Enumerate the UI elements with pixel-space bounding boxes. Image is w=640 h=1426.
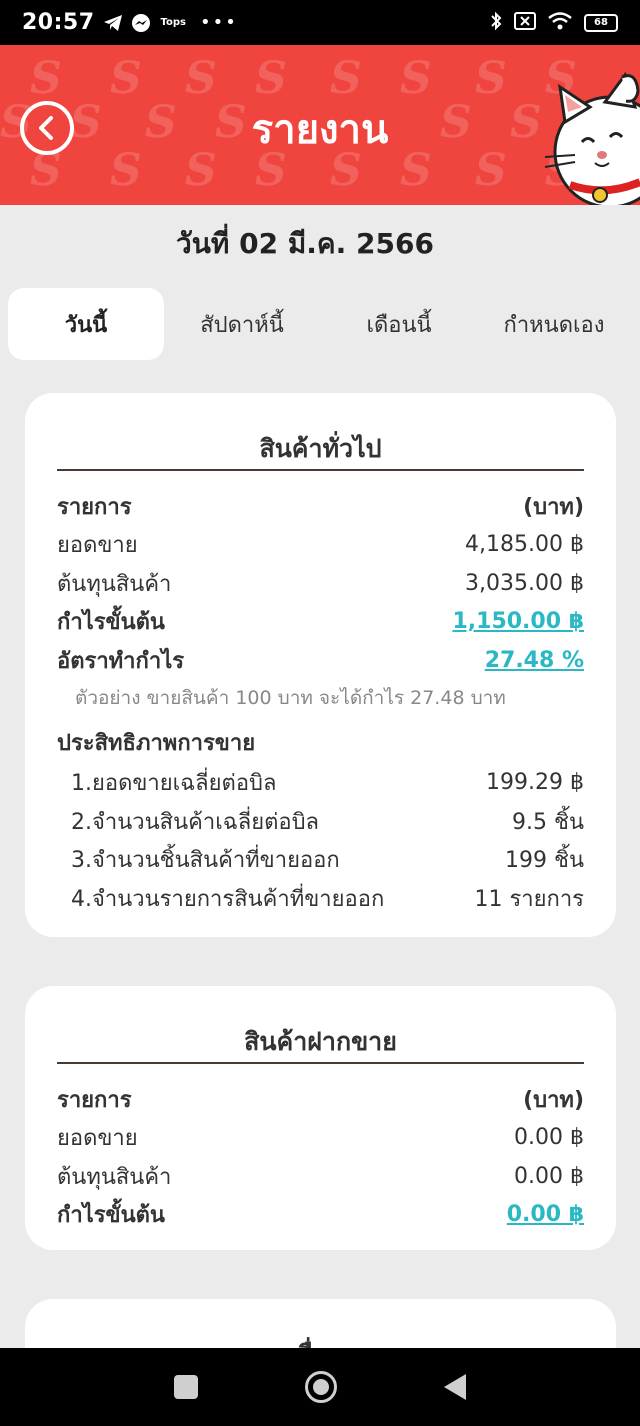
tab-this-week[interactable]: สัปดาห์นี้ [164,288,320,360]
efficiency-label: 1.ยอดขายเฉลี่ยต่อบิล [71,771,277,797]
status-bar: 20:57 Tops ••• 68 [0,0,640,45]
status-time: 20:57 [22,10,95,35]
efficiency-label: 3.จำนวนชิ้นสินค้าที่ขายออก [71,848,340,874]
efficiency-row: 2.จำนวนสินค้าเฉลี่ยต่อบิล 9.5 ชิ้น [57,802,584,841]
header-unit: (บาท) [523,494,584,520]
efficiency-value: 199.29 ฿ [486,770,584,796]
status-right-icons: 68 [490,11,618,35]
sales-row: ยอดขาย 0.00 ฿ [57,1119,584,1158]
efficiency-title: ประสิทธิภาพการขาย [57,730,256,756]
efficiency-value: 199 ชิ้น [505,848,584,874]
wifi-icon [548,11,572,34]
gross-profit-link[interactable]: 0.00 ฿ [507,1202,584,1227]
profit-margin-link[interactable]: 27.48 % [485,648,584,673]
efficiency-row: 4.จำนวนรายการสินค้าที่ขายออก 11 รายการ [57,879,584,918]
sales-label: ยอดขาย [57,533,138,559]
efficiency-value: 11 รายการ [474,886,584,912]
lucky-cat-mascot-icon [544,71,640,205]
app-header: SSSSSSSS SSSSSS SSSSSSSS รายงาน [0,45,640,205]
header-unit: (บาท) [523,1087,584,1113]
table-header-row: รายการ (บาท) [57,1080,584,1119]
card-title: สินค้าทั่วไป [57,393,584,471]
system-back-button[interactable] [444,1374,467,1400]
period-tabs: วันนี้ สัปดาห์นี้ เดือนนี้ กำหนดเอง [8,288,630,360]
table-header-row: รายการ (บาท) [57,487,584,526]
sales-value: 0.00 ฿ [514,1125,584,1151]
cost-row: ต้นทุนสินค้า 0.00 ฿ [57,1157,584,1196]
general-products-card: สินค้าทั่วไป รายการ (บาท) ยอดขาย 4,185.0… [25,393,616,937]
tops-app-icon: Tops [160,17,187,28]
header-label: รายการ [57,1087,132,1113]
telegram-icon [103,14,123,32]
gross-profit-label: กำไรขั้นต้น [57,610,165,636]
efficiency-value: 9.5 ชิ้น [512,809,584,835]
consignment-card: สินค้าฝากขาย รายการ (บาท) ยอดขาย 0.00 ฿ … [25,986,616,1250]
efficiency-label: 4.จำนวนรายการสินค้าที่ขายออก [71,886,385,912]
system-nav-bar [0,1348,640,1426]
gross-profit-label: กำไรขั้นต้น [57,1203,165,1229]
messenger-icon [131,13,151,33]
example-note: ตัวอย่าง ขายสินค้า 100 บาท จะได้กำไร 27.… [75,686,506,709]
more-notifications-icon: ••• [200,12,238,33]
cost-label: ต้นทุนสินค้า [57,1164,172,1190]
card-title: สินค้าฝากขาย [57,986,584,1064]
sim-blocked-icon [514,11,536,34]
sales-row: ยอดขาย 4,185.00 ฿ [57,526,584,565]
gross-profit-row: กำไรขั้นต้น 0.00 ฿ [57,1196,584,1235]
sales-label: ยอดขาย [57,1126,138,1152]
cost-row: ต้นทุนสินค้า 3,035.00 ฿ [57,564,584,603]
profit-margin-row: อัตราทำกำไร 27.48 % [57,641,584,680]
recent-apps-button[interactable] [173,1375,198,1399]
efficiency-row: 3.จำนวนชิ้นสินค้าที่ขายออก 199 ชิ้น [57,841,584,880]
header-label: รายการ [57,494,132,520]
bluetooth-icon [490,11,502,35]
tab-custom[interactable]: กำหนดเอง [478,288,630,360]
efficiency-row: 1.ยอดขายเฉลี่ยต่อบิล 199.29 ฿ [57,764,584,803]
cost-value: 3,035.00 ฿ [465,570,584,596]
tab-this-month[interactable]: เดือนนี้ [320,288,478,360]
cost-label: ต้นทุนสินค้า [57,571,172,597]
gross-profit-link[interactable]: 1,150.00 ฿ [452,609,584,634]
home-button[interactable] [304,1371,337,1403]
cost-value: 0.00 ฿ [514,1163,584,1189]
profit-margin-label: อัตราทำกำไร [57,648,185,674]
battery-icon: 68 [584,13,618,32]
sales-value: 4,185.00 ฿ [465,532,584,558]
tab-today[interactable]: วันนี้ [8,288,164,360]
efficiency-label: 2.จำนวนสินค้าเฉลี่ยต่อบิล [71,809,320,835]
report-date: วันที่ 02 มี.ค. 2566 [176,227,434,260]
gross-profit-row: กำไรขั้นต้น 1,150.00 ฿ [57,603,584,642]
